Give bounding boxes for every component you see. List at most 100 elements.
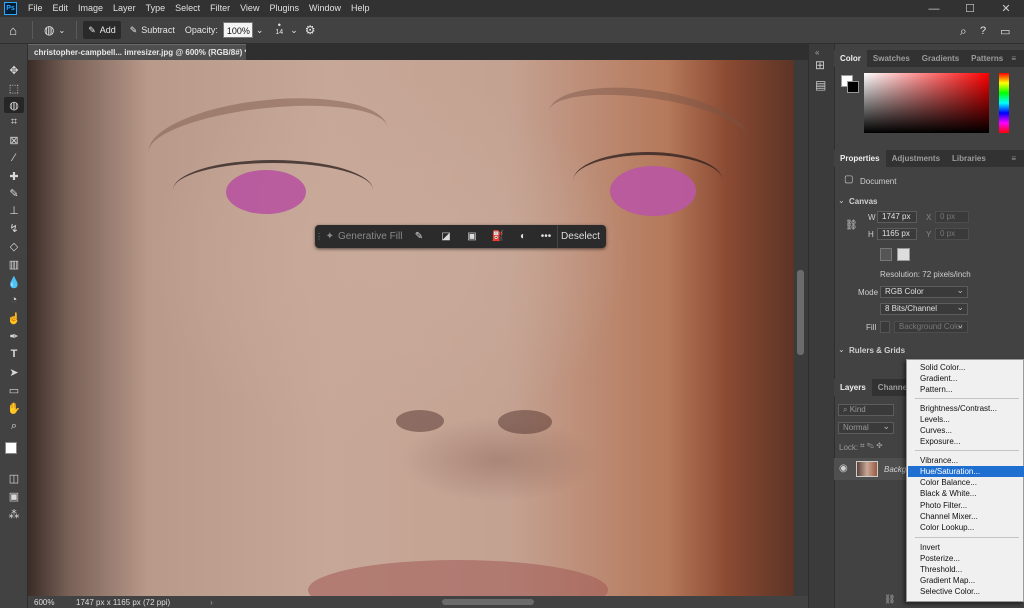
- home-icon[interactable]: ⌂: [0, 21, 26, 39]
- screen-mode-icon[interactable]: ▣: [4, 488, 24, 504]
- landscape-orientation-icon[interactable]: [897, 248, 910, 261]
- menu-layer[interactable]: Layer: [108, 0, 141, 17]
- rectangle-tool-icon[interactable]: ▭: [4, 382, 24, 398]
- menu-item-invert[interactable]: Invert: [908, 542, 1024, 553]
- gradient-tool-icon[interactable]: ▥: [4, 256, 24, 272]
- document-canvas[interactable]: [28, 60, 794, 596]
- mode-select[interactable]: RGB Color: [880, 285, 968, 298]
- status-arrow-icon[interactable]: ›: [210, 598, 213, 607]
- hand-tool-icon[interactable]: ✋: [4, 400, 24, 416]
- smudge-tool-icon[interactable]: ☝: [4, 310, 24, 326]
- blur-tool-icon[interactable]: 💧: [4, 274, 24, 290]
- drag-handle-icon[interactable]: ⋮: [315, 225, 323, 248]
- height-input[interactable]: 1165 px: [877, 228, 917, 240]
- foreground-color-swatch[interactable]: [5, 442, 17, 454]
- menu-edit[interactable]: Edit: [48, 0, 74, 17]
- layer-filter-kind[interactable]: ⌕ Kind: [838, 404, 894, 416]
- default-colors-icon[interactable]: [4, 442, 24, 460]
- help-icon[interactable]: ?: [975, 22, 991, 40]
- marquee-tool-icon[interactable]: ⬚: [4, 80, 24, 96]
- minimize-icon[interactable]: —: [916, 0, 952, 17]
- search-icon[interactable]: ⌕: [955, 22, 972, 40]
- tab-swatches[interactable]: Swatches: [867, 50, 916, 67]
- add-button[interactable]: ✎ Add: [83, 21, 121, 39]
- menu-item-threshold[interactable]: Threshold...: [908, 564, 1024, 575]
- menu-item-hue-saturation[interactable]: Hue/Saturation...: [908, 466, 1024, 477]
- menu-item-gradient[interactable]: Gradient...: [908, 373, 1024, 384]
- fill-swatch[interactable]: [880, 321, 890, 333]
- link-layers-icon[interactable]: ⛓: [884, 594, 895, 605]
- path-selection-tool-icon[interactable]: ➤: [4, 364, 24, 380]
- fill-select[interactable]: Background Color: [894, 320, 968, 333]
- menu-item-black-white[interactable]: Black & White...: [908, 488, 1024, 499]
- frame-tool-icon[interactable]: ⊠: [4, 132, 24, 148]
- link-icon[interactable]: ⛓: [845, 220, 858, 231]
- menu-item-gradient-map[interactable]: Gradient Map...: [908, 575, 1024, 586]
- menu-item-curves[interactable]: Curves...: [908, 425, 1024, 436]
- menu-item-pattern[interactable]: Pattern...: [908, 384, 1024, 395]
- menu-image[interactable]: Image: [73, 0, 108, 17]
- selection-mask-right-eye[interactable]: [610, 166, 696, 216]
- create-mask-icon[interactable]: ▣: [459, 225, 485, 248]
- brush-size-picker[interactable]: • 14: [270, 21, 288, 39]
- document-tab[interactable]: christopher-campbell... imresizer.jpg @ …: [28, 44, 246, 60]
- x-input[interactable]: 0 px: [935, 211, 969, 223]
- generative-fill-button[interactable]: ✦ Generative Fill: [323, 225, 405, 248]
- tab-layers[interactable]: Layers: [834, 379, 872, 396]
- healing-brush-tool-icon[interactable]: ✚: [4, 168, 24, 184]
- selection-mask-left-eye[interactable]: [226, 170, 306, 214]
- collapse-icon[interactable]: «: [815, 48, 819, 57]
- type-tool-icon[interactable]: T: [4, 346, 24, 362]
- canvas-chevron-icon[interactable]: ⌄: [838, 196, 845, 205]
- quick-mask-icon[interactable]: ◫: [4, 470, 24, 486]
- brush-tool-icon[interactable]: ✎: [4, 185, 24, 201]
- portrait-orientation-icon[interactable]: [880, 248, 892, 261]
- tab-patterns[interactable]: Patterns: [965, 50, 1009, 67]
- more-options-icon[interactable]: •••: [535, 225, 557, 248]
- menu-item-photo-filter[interactable]: Photo Filter...: [908, 500, 1024, 511]
- extra-tools-icon[interactable]: ⁂: [4, 506, 24, 522]
- menu-item-color-lookup[interactable]: Color Lookup...: [908, 522, 1024, 533]
- maximize-icon[interactable]: ☐: [952, 0, 988, 17]
- rulers-chevron-icon[interactable]: ⌄: [838, 345, 845, 354]
- zoom-tool-icon[interactable]: ⌕: [4, 418, 24, 434]
- quick-selection-preset-icon[interactable]: ◍ ⌄: [39, 21, 70, 39]
- menu-item-channel-mixer[interactable]: Channel Mixer...: [908, 511, 1024, 522]
- visibility-eye-icon[interactable]: ◉: [839, 463, 848, 474]
- dodge-tool-icon[interactable]: ◔: [4, 292, 24, 308]
- gear-icon[interactable]: ⚙: [300, 21, 321, 39]
- tab-gradients[interactable]: Gradients: [916, 50, 965, 67]
- panel-menu-icon[interactable]: ≡: [1005, 150, 1022, 167]
- tab-adjustments[interactable]: Adjustments: [886, 150, 946, 167]
- invert-selection-icon[interactable]: ◪: [433, 225, 459, 248]
- hue-slider[interactable]: [999, 73, 1009, 133]
- brush-size-dropdown-icon[interactable]: ⌄: [288, 21, 300, 39]
- fill-selection-icon[interactable]: ⛽: [485, 225, 511, 248]
- opacity-dropdown-icon[interactable]: ⌄: [253, 21, 267, 39]
- menu-help[interactable]: Help: [346, 0, 375, 17]
- modify-selection-icon[interactable]: ✎: [405, 225, 433, 248]
- menu-item-posterize[interactable]: Posterize...: [908, 553, 1024, 564]
- width-input[interactable]: 1747 px: [877, 211, 917, 223]
- color-picker-field[interactable]: [864, 73, 989, 133]
- menu-plugins[interactable]: Plugins: [264, 0, 304, 17]
- adjustment-layer-icon[interactable]: ◐: [511, 225, 535, 248]
- deselect-button[interactable]: Deselect: [557, 225, 603, 248]
- eyedropper-tool-icon[interactable]: ⁄: [4, 150, 24, 166]
- menu-select[interactable]: Select: [170, 0, 205, 17]
- tab-color[interactable]: Color: [834, 50, 867, 67]
- menu-item-solid-color[interactable]: Solid Color...: [908, 362, 1024, 373]
- bit-depth-select[interactable]: 8 Bits/Channel: [880, 302, 968, 315]
- menu-window[interactable]: Window: [304, 0, 346, 17]
- subtract-button[interactable]: ✎ Subtract: [125, 21, 180, 39]
- menu-file[interactable]: File: [23, 0, 48, 17]
- menu-item-brightness-contrast[interactable]: Brightness/Contrast...: [908, 403, 1024, 414]
- panel-menu-icon[interactable]: ≡: [1005, 50, 1022, 67]
- pen-tool-icon[interactable]: ✒: [4, 328, 24, 344]
- tab-properties[interactable]: Properties: [834, 150, 886, 167]
- menu-view[interactable]: View: [235, 0, 264, 17]
- clone-stamp-tool-icon[interactable]: ⊥: [4, 202, 24, 218]
- horizontal-scroll-thumb[interactable]: [442, 599, 534, 605]
- comments-panel-icon[interactable]: ▤: [815, 78, 826, 92]
- lock-pixels-icon[interactable]: ⌗ ✎ ✥: [860, 441, 883, 451]
